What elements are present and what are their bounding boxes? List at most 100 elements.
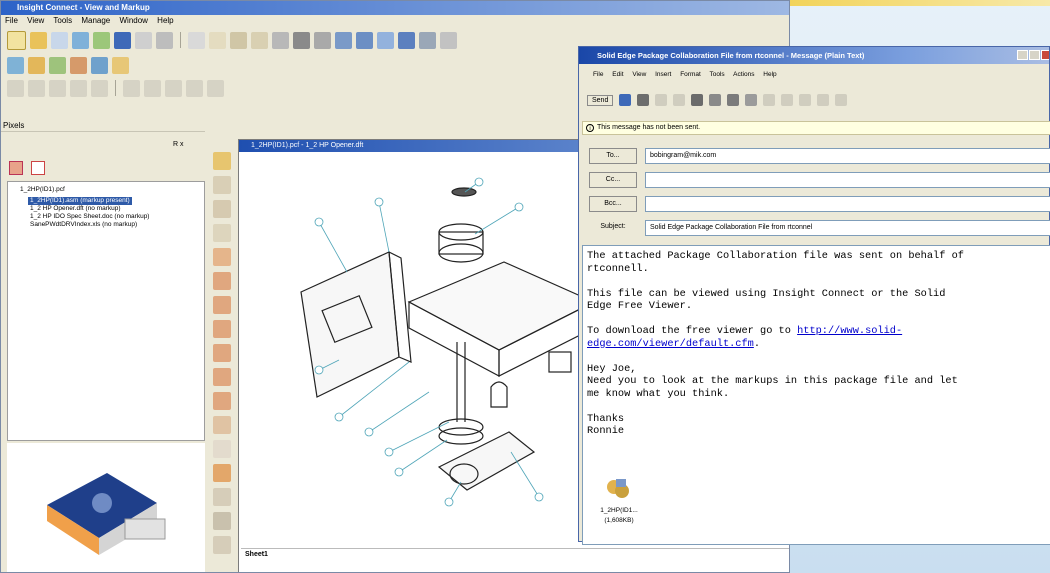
fill-icon[interactable]: [186, 79, 203, 97]
refresh-icon[interactable]: [93, 31, 110, 49]
dimension-icon[interactable]: [213, 536, 231, 554]
layer-icon[interactable]: [28, 79, 45, 97]
open-icon[interactable]: [30, 31, 47, 49]
bcc-button[interactable]: Bcc...: [589, 196, 637, 212]
print-icon[interactable]: [637, 94, 650, 106]
send-button[interactable]: Send: [587, 94, 614, 106]
cc-field[interactable]: [645, 172, 1050, 188]
zoom-icon[interactable]: [230, 31, 247, 49]
mail-menu-help[interactable]: Help: [763, 71, 776, 78]
main-title-bar[interactable]: Insight Connect - View and Markup: [1, 1, 789, 15]
attach-icon[interactable]: [727, 94, 740, 106]
message-body[interactable]: The attached Package Collaboration file …: [582, 245, 1050, 545]
cloud-icon[interactable]: [213, 368, 231, 386]
down-arrow-icon[interactable]: [799, 94, 812, 106]
curve-icon[interactable]: [213, 272, 231, 290]
bcc-field[interactable]: [645, 196, 1050, 212]
review-icon[interactable]: [49, 56, 66, 74]
line-thin-icon[interactable]: [123, 79, 140, 97]
options-icon[interactable]: [781, 94, 794, 106]
minimize-icon[interactable]: [1017, 50, 1028, 60]
to-field[interactable]: bobingram@mik.com: [645, 148, 1050, 164]
compare-icon[interactable]: [70, 56, 87, 74]
address-book-icon[interactable]: [709, 94, 722, 106]
menu-manage[interactable]: Manage: [81, 16, 110, 25]
line-icon[interactable]: [213, 320, 231, 338]
attachment[interactable]: 1_2HP(ID1... (1,608KB): [589, 477, 649, 537]
hook-icon[interactable]: [213, 200, 231, 218]
mail-title-bar[interactable]: Solid Edge Package Collaboration File fr…: [579, 47, 1049, 64]
tree-item-xls[interactable]: SanePWdtDRVIndex.xls (no markup): [8, 221, 204, 229]
help-icon[interactable]: [835, 94, 848, 106]
save-icon[interactable]: [619, 94, 632, 106]
close-icon[interactable]: [1041, 50, 1049, 60]
copy-icon[interactable]: [135, 31, 152, 49]
shade-icon[interactable]: [335, 31, 352, 49]
sheet-tab[interactable]: Sheet1: [245, 551, 268, 558]
color-icon[interactable]: [207, 79, 224, 97]
cascade-icon[interactable]: [70, 79, 87, 97]
text-icon[interactable]: [213, 464, 231, 482]
arrow-icon[interactable]: [213, 152, 231, 170]
viewer-link-continued[interactable]: edge.com/viewer/default.cfm: [587, 338, 754, 350]
menu-file[interactable]: File: [5, 16, 18, 25]
maximize-icon[interactable]: [1029, 50, 1040, 60]
cc-button[interactable]: Cc...: [589, 172, 637, 188]
to-button[interactable]: To...: [589, 148, 637, 164]
markup-icon[interactable]: [7, 56, 24, 74]
menu-tools[interactable]: Tools: [53, 16, 72, 25]
tree-item-dft[interactable]: 1_2 HP Opener.dft (no markup): [8, 205, 204, 213]
print-icon[interactable]: [7, 79, 24, 97]
box-icon[interactable]: [213, 416, 231, 434]
redline-icon[interactable]: [213, 176, 231, 194]
flag-icon[interactable]: [745, 94, 758, 106]
tree-item-doc[interactable]: 1_2 HP IDO Spec Sheet.doc (no markup): [8, 213, 204, 221]
pan-icon[interactable]: [251, 31, 268, 49]
select-icon[interactable]: [188, 31, 205, 49]
open-markup-icon[interactable]: [51, 31, 68, 49]
help-icon[interactable]: [440, 31, 457, 49]
menu-window[interactable]: Window: [119, 16, 147, 25]
open-web-icon[interactable]: [72, 31, 89, 49]
menu-view[interactable]: View: [27, 16, 44, 25]
circle-icon[interactable]: [213, 248, 231, 266]
save-icon[interactable]: [114, 31, 131, 49]
paste-icon[interactable]: [156, 31, 173, 49]
subject-field[interactable]: Solid Edge Package Collaboration File fr…: [645, 220, 1050, 236]
mail-menu-view[interactable]: View: [632, 71, 646, 78]
rectangle-icon[interactable]: [213, 392, 231, 410]
fit-icon[interactable]: [356, 31, 373, 49]
stack-icon[interactable]: [49, 79, 66, 97]
panel-pin-close[interactable]: R x: [173, 141, 184, 148]
stamp-icon[interactable]: [213, 512, 231, 530]
zoom-area-icon[interactable]: [209, 31, 226, 49]
add-icon[interactable]: [31, 161, 45, 175]
polyline-icon[interactable]: [213, 344, 231, 362]
mail-menu-actions[interactable]: Actions: [733, 71, 754, 78]
tile-icon[interactable]: [91, 79, 108, 97]
comment-icon[interactable]: [28, 56, 45, 74]
arc-icon[interactable]: [213, 296, 231, 314]
close-item-icon[interactable]: [817, 94, 830, 106]
cut-icon[interactable]: [655, 94, 668, 106]
mail-menu-format[interactable]: Format: [680, 71, 701, 78]
square-icon[interactable]: [213, 440, 231, 458]
package-tree[interactable]: 1_2HP(ID1).pcf 1_2HP(ID1).asm (markup pr…: [7, 181, 205, 441]
new-icon[interactable]: [7, 30, 26, 50]
menu-help[interactable]: Help: [157, 16, 173, 25]
paste-icon[interactable]: [691, 94, 704, 106]
importance-icon[interactable]: [763, 94, 776, 106]
dash-icon[interactable]: [213, 224, 231, 242]
text-box-icon[interactable]: [213, 488, 231, 506]
rotate-icon[interactable]: [272, 31, 289, 49]
window-icon[interactable]: [398, 31, 415, 49]
line-medium-icon[interactable]: [144, 79, 161, 97]
grid-icon[interactable]: [419, 31, 436, 49]
viewer-link[interactable]: http://www.solid-: [797, 325, 902, 337]
copy-icon[interactable]: [673, 94, 686, 106]
mail-menu-insert[interactable]: Insert: [655, 71, 671, 78]
mail-menu-tools[interactable]: Tools: [709, 71, 724, 78]
line-thick-icon[interactable]: [165, 79, 182, 97]
spin-icon[interactable]: [293, 31, 310, 49]
share-icon[interactable]: [112, 56, 129, 74]
